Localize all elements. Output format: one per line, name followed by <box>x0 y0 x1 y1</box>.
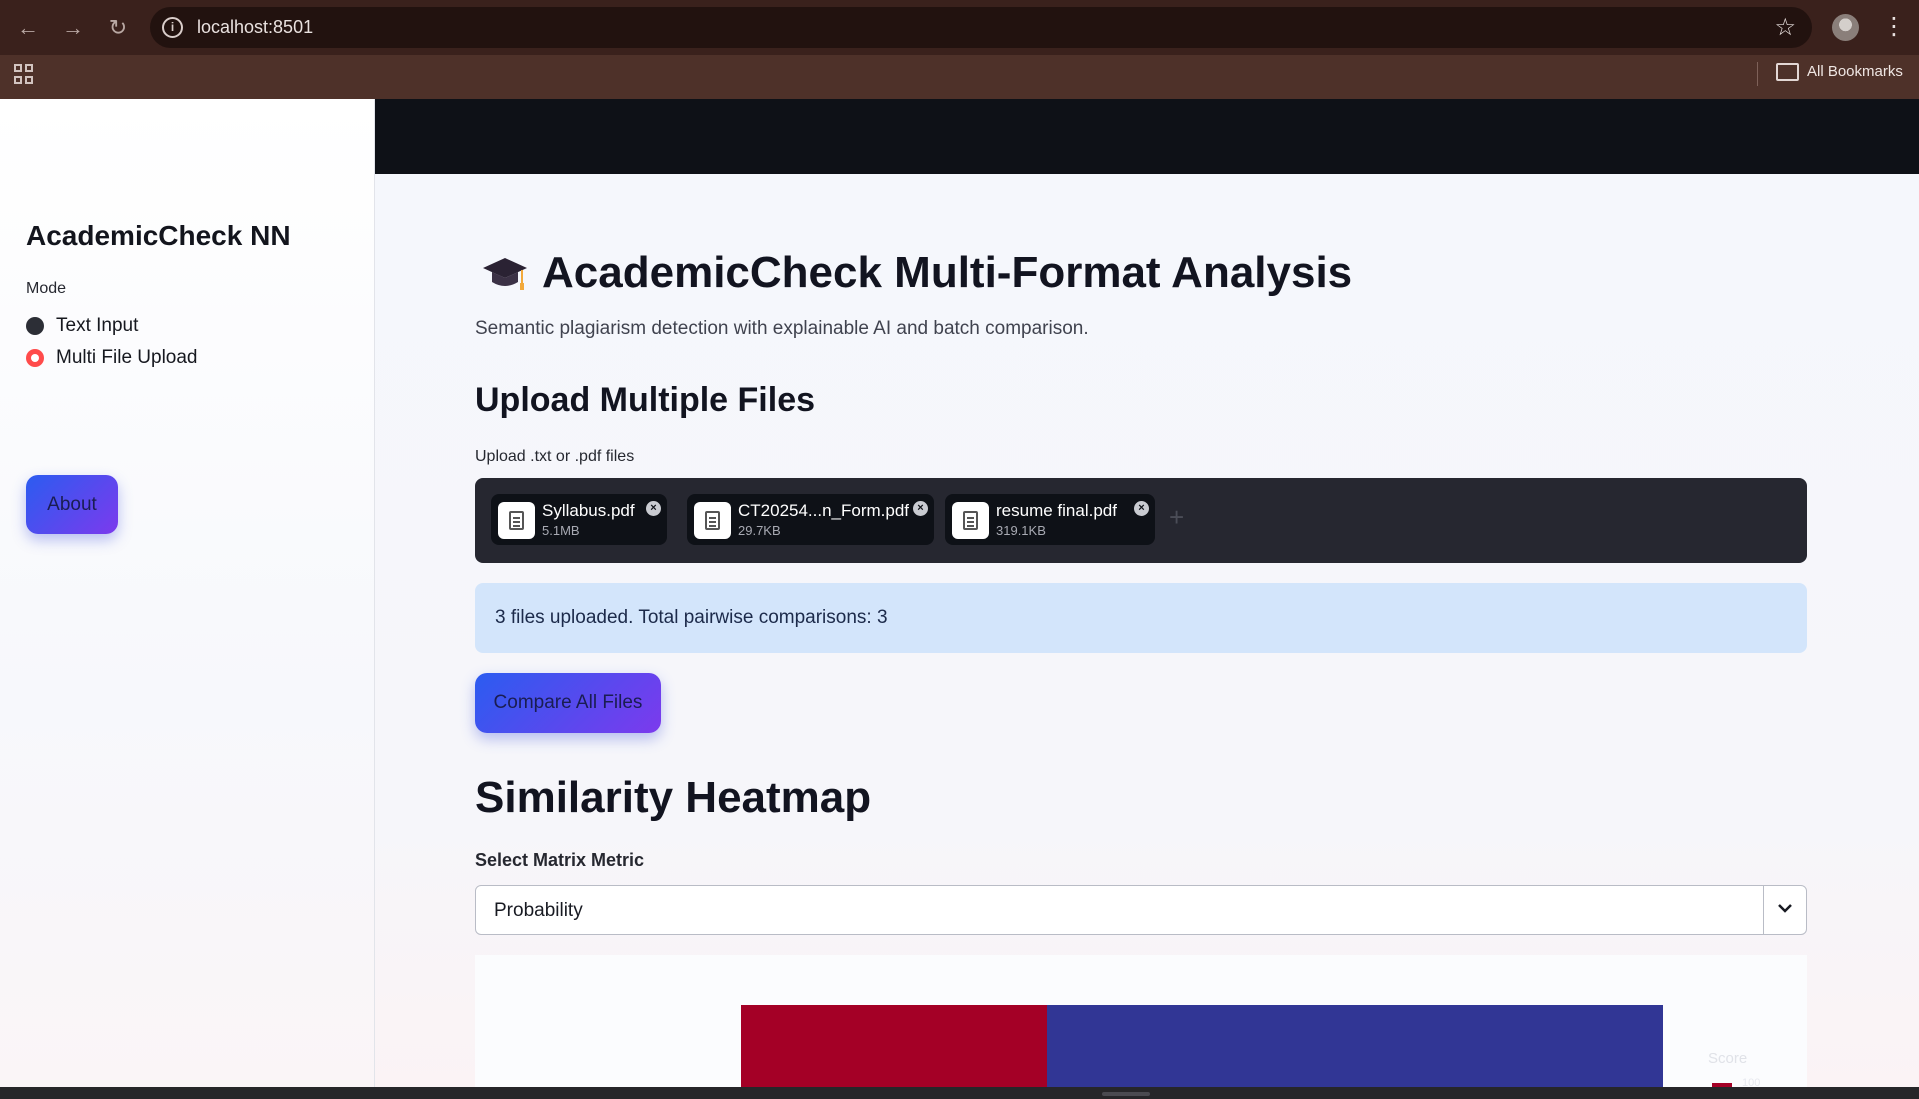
uploaded-file-chip: CT20254...n_Form.pdf 29.7KB × <box>687 494 934 545</box>
sidebar-title: AcademicCheck NN <box>26 220 291 251</box>
taskbar-indicator <box>1102 1092 1150 1096</box>
page-title: AcademicCheck Multi-Format Analysis <box>482 248 1352 298</box>
file-dropzone[interactable]: Syllabus.pdf 5.1MB × CT20254...n_Form.pd… <box>475 478 1807 563</box>
apps-grid-icon[interactable] <box>14 64 34 84</box>
upload-label: Upload .txt or .pdf files <box>475 448 635 465</box>
file-size: 319.1KB <box>996 523 1046 538</box>
url-text[interactable]: localhost:8501 <box>197 17 313 38</box>
profile-avatar[interactable] <box>1832 14 1859 41</box>
mode-option-text-input[interactable]: Text Input <box>26 315 138 337</box>
bookmarks-separator <box>1757 62 1758 86</box>
file-size: 29.7KB <box>738 523 781 538</box>
os-taskbar <box>0 1087 1919 1099</box>
file-name: Syllabus.pdf <box>542 501 635 520</box>
select-divider <box>1763 886 1764 934</box>
mode-option-label: Text Input <box>56 315 139 336</box>
file-icon <box>952 502 989 539</box>
add-file-icon[interactable]: + <box>1169 502 1184 533</box>
page-subtitle: Semantic plagiarism detection with expla… <box>475 318 1089 339</box>
remove-file-icon[interactable]: × <box>913 501 928 516</box>
file-name: resume final.pdf <box>996 501 1117 520</box>
file-size: 5.1MB <box>542 523 580 538</box>
info-alert: 3 files uploaded. Total pairwise compari… <box>475 583 1807 653</box>
remove-file-icon[interactable]: × <box>646 501 661 516</box>
back-icon[interactable]: ← <box>12 12 44 44</box>
upload-heading: Upload Multiple Files <box>475 381 816 419</box>
heatmap-chart <box>475 955 1807 1087</box>
heatmap-svg <box>741 1005 1663 1087</box>
mode-option-label: Multi File Upload <box>56 347 198 368</box>
metric-select-value: Probability <box>494 900 583 921</box>
chevron-down-icon[interactable] <box>1776 899 1794 917</box>
heatmap-cell <box>1047 1005 1663 1087</box>
file-name: CT20254...n_Form.pdf <box>738 501 910 520</box>
bookmarks-bar <box>0 55 1919 99</box>
file-icon <box>498 502 535 539</box>
heatmap-cell <box>741 1005 1047 1087</box>
bookmark-star-icon[interactable]: ☆ <box>1774 13 1796 42</box>
about-button[interactable]: About <box>26 475 118 534</box>
app-header <box>375 99 1919 174</box>
heatmap-heading: Similarity Heatmap <box>475 773 872 822</box>
radio-selected-icon[interactable] <box>26 349 44 367</box>
uploaded-file-chip: resume final.pdf 319.1KB × <box>945 494 1155 545</box>
browser-toolbar: ← → ↻ i localhost:8501 ☆ ⋮ <box>0 0 1919 55</box>
browser-menu-icon[interactable]: ⋮ <box>1882 12 1906 42</box>
legend-title: Score <box>1708 1050 1748 1067</box>
address-bar[interactable]: i localhost:8501 ☆ <box>150 7 1812 48</box>
mode-label: Mode <box>26 280 67 297</box>
metric-select-label: Select Matrix Metric <box>475 850 645 870</box>
site-info-icon[interactable]: i <box>162 17 183 38</box>
graduation-cap-icon <box>483 258 527 290</box>
page-title-text: AcademicCheck Multi-Format Analysis <box>542 248 1353 297</box>
file-icon <box>694 502 731 539</box>
folder-icon[interactable] <box>1776 63 1799 81</box>
radio-unselected-icon[interactable] <box>26 317 44 335</box>
compare-all-files-button[interactable]: Compare All Files <box>475 673 661 733</box>
all-bookmarks-link[interactable]: All Bookmarks <box>1807 63 1903 80</box>
remove-file-icon[interactable]: × <box>1134 501 1149 516</box>
metric-select[interactable]: Probability <box>475 885 1807 935</box>
reload-icon[interactable]: ↻ <box>102 12 134 44</box>
forward-icon[interactable]: → <box>57 12 89 44</box>
mode-option-multi-file-upload[interactable]: Multi File Upload <box>26 347 198 369</box>
uploaded-file-chip: Syllabus.pdf 5.1MB × <box>491 494 667 545</box>
